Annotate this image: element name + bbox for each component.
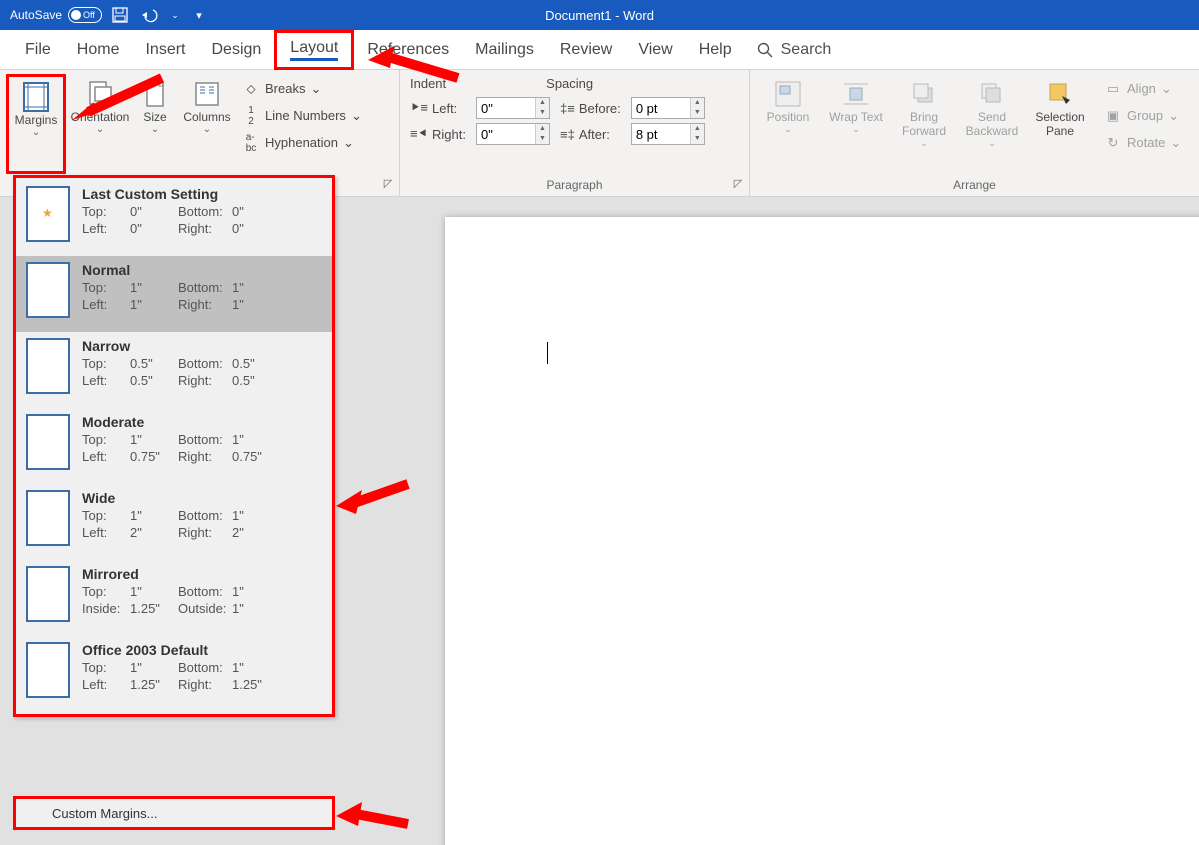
margin-preset-icon xyxy=(26,338,70,394)
bring-forward-icon xyxy=(908,78,940,110)
tab-mailings[interactable]: Mailings xyxy=(462,30,547,70)
align-button[interactable]: ▭Align⌄ xyxy=(1100,76,1185,101)
paragraph-dialog-launcher[interactable]: ◸ xyxy=(731,178,745,192)
wrap-text-button[interactable]: Wrap Text⌄ xyxy=(824,74,888,152)
margin-preset-icon xyxy=(26,414,70,470)
margin-option-title: Normal xyxy=(82,262,322,278)
margin-option-moderate[interactable]: Moderate Top:1" Bottom:1" Left:0.75" Rig… xyxy=(16,408,332,484)
tab-file[interactable]: File xyxy=(12,30,64,70)
undo-chevron-icon[interactable]: ⌄ xyxy=(169,2,181,28)
selection-pane-icon xyxy=(1044,78,1076,110)
annotation-arrow xyxy=(368,40,468,95)
selection-pane-button[interactable]: Selection Pane xyxy=(1028,74,1092,152)
margin-option-last-custom-setting[interactable]: ★ Last Custom Setting Top:0" Bottom:0" L… xyxy=(16,180,332,256)
hyphenation-button[interactable]: a-bcHyphenation⌄ xyxy=(238,130,366,155)
margin-option-office-2003-default[interactable]: Office 2003 Default Top:1" Bottom:1" Lef… xyxy=(16,636,332,712)
spacing-before-icon: ‡≡ xyxy=(560,101,575,116)
columns-button[interactable]: Columns⌄ xyxy=(180,74,234,174)
rotate-icon: ↻ xyxy=(1104,135,1122,151)
rotate-button[interactable]: ↻Rotate⌄ xyxy=(1100,130,1185,155)
columns-icon xyxy=(191,78,223,110)
document-area xyxy=(335,197,1199,845)
tab-help[interactable]: Help xyxy=(686,30,745,70)
tab-review[interactable]: Review xyxy=(547,30,625,70)
search-icon xyxy=(757,42,773,58)
margins-icon xyxy=(20,81,52,113)
line-numbers-icon: 12 xyxy=(242,105,260,127)
position-icon xyxy=(772,78,804,110)
ribbon-tabs: File Home Insert Design Layout Reference… xyxy=(0,30,1199,70)
indent-right-spinner[interactable]: ▲▼ xyxy=(535,124,549,144)
title-bar: AutoSave Off ⌄ ▾ Document1 - Word xyxy=(0,0,1199,30)
send-backward-button[interactable]: Send Backward⌄ xyxy=(960,74,1024,152)
page-setup-dialog-launcher[interactable]: ◸ xyxy=(381,178,395,192)
breaks-icon: ⬦ xyxy=(242,81,260,97)
spacing-after-spinner[interactable]: ▲▼ xyxy=(690,124,704,144)
group-icon: ▣ xyxy=(1104,108,1122,124)
margin-option-title: Office 2003 Default xyxy=(82,642,322,658)
margin-option-mirrored[interactable]: Mirrored Top:1" Bottom:1" Inside:1.25" O… xyxy=(16,560,332,636)
paragraph-group-label: Paragraph xyxy=(400,178,749,192)
position-button[interactable]: Position⌄ xyxy=(756,74,820,152)
save-button[interactable] xyxy=(107,2,133,28)
margin-option-title: Mirrored xyxy=(82,566,322,582)
document-page[interactable] xyxy=(445,217,1199,845)
indent-left-icon: ⯈≡ xyxy=(410,100,428,116)
margin-option-title: Moderate xyxy=(82,414,322,430)
arrange-group-label: Arrange xyxy=(750,178,1199,192)
wrap-text-icon xyxy=(840,78,872,110)
indent-right-icon: ≡⯇ xyxy=(410,126,428,142)
line-numbers-button[interactable]: 12Line Numbers⌄ xyxy=(238,103,366,128)
autosave-toggle[interactable]: AutoSave Off xyxy=(10,7,102,23)
group-button[interactable]: ▣Group⌄ xyxy=(1100,103,1185,128)
text-cursor xyxy=(547,342,548,364)
document-title: Document1 - Word xyxy=(400,8,800,23)
tab-layout[interactable]: Layout xyxy=(274,30,354,70)
tab-design[interactable]: Design xyxy=(198,30,274,70)
margin-preset-icon xyxy=(26,566,70,622)
search-button[interactable]: Search xyxy=(757,41,832,59)
spacing-heading: Spacing xyxy=(546,76,593,91)
custom-margins-item[interactable]: Custom Margins... xyxy=(13,796,335,830)
margin-option-normal[interactable]: Normal Top:1" Bottom:1" Left:1" Right:1" xyxy=(16,256,332,332)
annotation-arrow xyxy=(72,70,172,135)
margin-preset-icon: ★ xyxy=(26,186,70,242)
qat-customize-icon[interactable]: ▾ xyxy=(186,2,212,28)
annotation-arrow xyxy=(336,476,416,531)
spacing-before-spinner[interactable]: ▲▼ xyxy=(690,98,704,118)
tab-home[interactable]: Home xyxy=(64,30,133,70)
margin-option-title: Wide xyxy=(82,490,322,506)
hyphenation-icon: a-bc xyxy=(242,132,260,154)
margins-button[interactable]: Margins⌄ xyxy=(6,74,66,174)
annotation-arrow xyxy=(336,796,416,841)
send-backward-icon xyxy=(976,78,1008,110)
margin-preset-icon xyxy=(26,642,70,698)
undo-button[interactable] xyxy=(138,2,164,28)
margins-dropdown: ★ Last Custom Setting Top:0" Bottom:0" L… xyxy=(13,175,335,717)
tab-view[interactable]: View xyxy=(625,30,685,70)
bring-forward-button[interactable]: Bring Forward⌄ xyxy=(892,74,956,152)
breaks-button[interactable]: ⬦Breaks⌄ xyxy=(238,76,366,101)
align-icon: ▭ xyxy=(1104,81,1122,97)
margin-option-title: Narrow xyxy=(82,338,322,354)
margin-option-title: Last Custom Setting xyxy=(82,186,322,202)
margin-option-narrow[interactable]: Narrow Top:0.5" Bottom:0.5" Left:0.5" Ri… xyxy=(16,332,332,408)
margin-preset-icon xyxy=(26,262,70,318)
autosave-label: AutoSave xyxy=(10,8,62,22)
margin-option-wide[interactable]: Wide Top:1" Bottom:1" Left:2" Right:2" xyxy=(16,484,332,560)
spacing-after-icon: ≡‡ xyxy=(560,127,575,142)
margin-preset-icon xyxy=(26,490,70,546)
indent-left-spinner[interactable]: ▲▼ xyxy=(535,98,549,118)
tab-insert[interactable]: Insert xyxy=(132,30,198,70)
